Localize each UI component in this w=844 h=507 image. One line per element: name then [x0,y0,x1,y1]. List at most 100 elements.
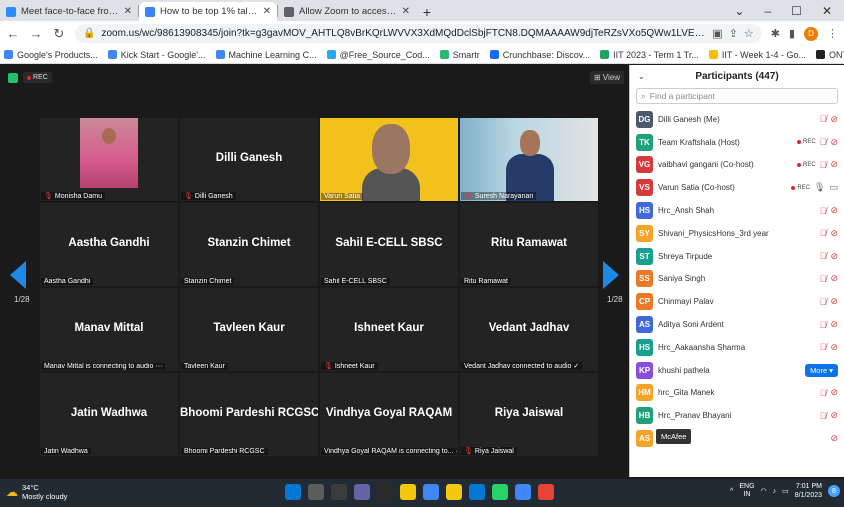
vscode-icon[interactable] [469,484,485,500]
whatsapp-icon[interactable] [492,484,508,500]
file-explorer-icon[interactable] [400,484,416,500]
bookmark-item[interactable]: IIT - Week 1-4 - Go... [708,50,806,60]
participant-row[interactable]: DG Dilli Ganesh (Me) 🎙̸ ⊘ [630,108,844,131]
address-bar[interactable]: 🔒 zoom.us/wc/98613908345/join?tk=g3gavMO… [75,24,762,43]
participant-row[interactable]: VS Varun Satia (Co-host) REC 🎙 ▭ [630,176,844,199]
bookmark-item[interactable]: Smartr [439,50,480,60]
video-tile[interactable]: 🎙 Monisha Damu [40,118,178,201]
clock[interactable]: 7:01 PM 8/1/2023 [795,482,822,500]
next-page-button[interactable] [603,261,621,297]
chrome-alt-icon[interactable] [538,484,554,500]
new-tab-icon[interactable]: + [416,2,438,21]
tab-close-icon[interactable]: ✕ [263,6,271,17]
participant-row[interactable]: ASngh⊘McAfee [630,427,844,450]
video-tile[interactable]: 🎙 Suresh Narayanan [460,118,598,201]
minimize-icon[interactable]: – [764,4,771,18]
battery-icon[interactable]: ▭ [782,487,789,495]
browser-tab[interactable]: Allow Zoom to access your came ✕ [278,2,416,21]
participant-row[interactable]: HS Hrc_Aakaansha Sharma 🎙̸ ⊘ [630,336,844,359]
folder-icon[interactable] [446,484,462,500]
video-tile[interactable]: Stanzin Chimet Stanzin Chimet [180,203,318,286]
language-indicator[interactable]: ENG IN [739,483,754,499]
prev-page-button[interactable] [10,261,28,297]
participant-row[interactable]: KP khushi pathela More ▾ [630,359,844,382]
camera-off-icon: ⊘ [830,136,838,147]
bookmark-item[interactable]: Crunchbase: Discov... [489,50,590,60]
bookmark-item[interactable]: Google's Products... [4,50,98,60]
video-tile[interactable]: Tavleen Kaur Tavleen Kaur [180,288,318,371]
camera-blocked-icon[interactable]: ▣ [712,27,722,40]
tab-close-icon[interactable]: ✕ [124,6,132,17]
participant-row[interactable]: TK Team Kraftshala (Host) REC 🎙̸ ⊘ [630,131,844,154]
bookmark-item[interactable]: Kick Start - Google'... [107,50,206,60]
wifi-icon[interactable]: ◠ [761,487,767,495]
chrome-icon[interactable] [423,484,439,500]
video-tile[interactable]: Sahil E-CELL SBSC Sahil E-CELL SBSC [320,203,458,286]
bookmark-item[interactable]: IIT 2023 - Term 1 Tr... [600,50,699,60]
profile-avatar[interactable]: D [804,26,818,41]
bookmark-item[interactable]: ONT [816,50,844,60]
video-tile[interactable]: Dilli Ganesh 🎙 Dilli Ganesh [180,118,318,201]
tile-name-text: Vedant Jadhav connected to audio ✓ [464,363,580,370]
video-tile[interactable]: Vindhya Goyal RAQAM Vindhya Goyal RAQAM i… [320,373,458,456]
tray-chevron-icon[interactable]: ^ [730,488,733,495]
more-button[interactable]: More ▾ [805,363,838,377]
browser-tab[interactable]: Meet face-to-face from any devi ✕ [0,2,138,21]
volume-icon[interactable]: ♪ [773,488,777,495]
participant-row[interactable]: AS Aditya Soni Ardent 🎙̸ ⊘ [630,313,844,336]
participant-name: Shivani_PhysicsHons_3rd year [658,228,769,238]
url-text: zoom.us/wc/98613908345/join?tk=g3gavMOV_… [101,28,707,39]
participant-status: REC 🎙 ▭ [791,182,838,193]
windows-start-icon[interactable] [285,484,301,500]
menu-icon[interactable]: ⋮ [827,27,838,40]
participant-row[interactable]: SY Shivani_PhysicsHons_3rd year 🎙̸ ⊘ [630,222,844,245]
mic-icon: 🎙 [814,182,826,193]
participant-row[interactable]: VG vaibhavi gangani (Co-host) REC 🎙̸ ⊘ [630,154,844,177]
maximize-icon[interactable]: ☐ [791,4,802,18]
close-icon[interactable]: ✕ [822,4,832,18]
chevron-down-icon[interactable]: ⌄ [734,4,744,18]
notification-badge[interactable]: 8 [828,485,840,497]
participant-row[interactable]: SS Saniya Singh 🎙̸ ⊘ [630,268,844,291]
share-icon[interactable]: ⇪ [729,27,738,40]
chrome-profile-icon[interactable] [515,484,531,500]
teams-chat-icon[interactable] [354,484,370,500]
video-tile[interactable]: Vedant Jadhav Vedant Jadhav connected to … [460,288,598,371]
tile-display-name: Ishneet Kaur [354,322,424,334]
chevron-down-icon[interactable]: ⌄ [638,72,645,81]
participant-name: hrc_Gita Manek [658,388,715,398]
extensions-icon[interactable]: ✱ [771,27,780,40]
widgets-icon[interactable] [377,484,393,500]
participant-row[interactable]: HS Hrc_Ansh Shah 🎙̸ ⊘ [630,199,844,222]
search-icon[interactable] [308,484,324,500]
avatar: HS [636,202,653,220]
sidepanel-icon[interactable]: ▮ [789,27,795,40]
view-button[interactable]: ⊞ View [589,71,624,84]
participant-row[interactable]: HB Hrc_Pranav Bhayani 🎙̸ ⊘ [630,404,844,427]
bookmark-item[interactable]: @Free_Source_Cod... [326,50,430,60]
participant-row[interactable]: ST Shreya Tirpude 🎙̸ ⊘ [630,245,844,268]
participant-search[interactable]: ⌕ Find a participant [636,88,838,104]
bookmark-item[interactable]: Machine Learning C... [215,50,317,60]
camera-off-icon: ⊘ [830,159,838,170]
video-tile[interactable]: Ishneet Kaur 🎙 Ishneet Kaur [320,288,458,371]
video-tile[interactable]: Bhoomi Pardeshi RCGSC Bhoomi Pardeshi RCG… [180,373,318,456]
star-icon[interactable]: ☆ [744,27,754,40]
participant-row[interactable]: HM hrc_Gita Manek 🎙̸ ⊘ [630,382,844,405]
video-tile[interactable]: Ritu Ramawat Ritu Ramawat [460,203,598,286]
tab-close-icon[interactable]: ✕ [402,6,410,17]
tab-favicon-icon [6,6,16,17]
video-tile[interactable]: Riya Jaiswal 🎙 Riya Jaiswal [460,373,598,456]
forward-icon[interactable]: → [29,26,43,41]
video-tile[interactable]: Varun Satia [320,118,458,201]
weather-widget[interactable]: ☁ 34°C Mostly cloudy [6,483,67,501]
reload-icon[interactable]: ↻ [52,26,66,42]
task-view-icon[interactable] [331,484,347,500]
browser-tab[interactable]: How to be top 1% talent in t ✕ [139,2,277,21]
video-tile[interactable]: Aastha Gandhi Aastha Gandhi [40,203,178,286]
back-icon[interactable]: ← [6,26,20,41]
video-tile[interactable]: Jatin Wadhwa Jatin Wadhwa [40,373,178,456]
shield-icon[interactable] [8,72,18,83]
participant-row[interactable]: CP Chinmayi Palav 🎙̸ ⊘ [630,290,844,313]
video-tile[interactable]: Manav Mittal Manav Mittal is connecting t… [40,288,178,371]
